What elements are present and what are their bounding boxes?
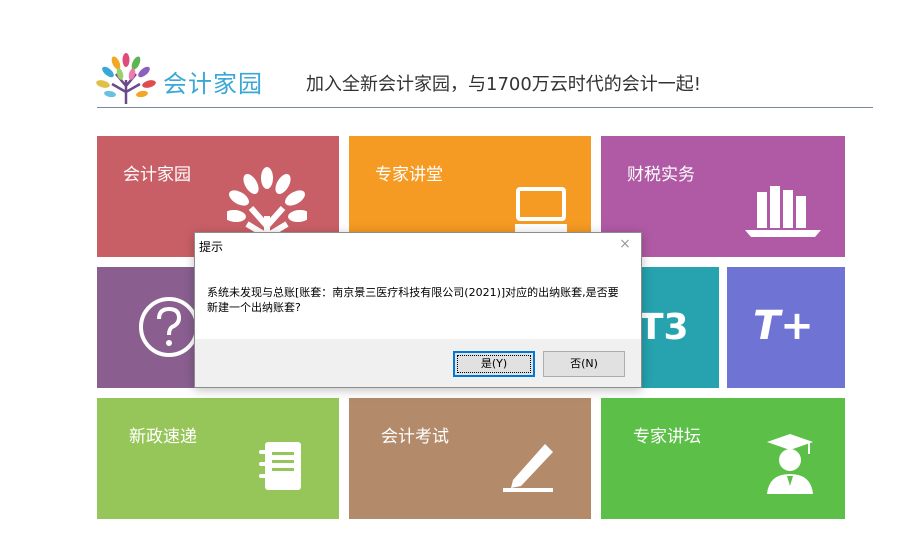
tile-t-plus[interactable]: T+ bbox=[727, 267, 845, 388]
no-button[interactable]: 否(N) bbox=[543, 351, 625, 377]
dialog-message: 系统未发现与总账[账套：南京景三医疗科技有限公司(2021)]对应的出纳账套,是… bbox=[207, 286, 619, 314]
yes-button[interactable]: 是(Y) bbox=[453, 351, 535, 377]
slogan: 加入全新会计家园，与1700万云时代的会计一起! bbox=[306, 74, 702, 95]
tree-logo-icon bbox=[96, 50, 156, 106]
laptop-icon bbox=[515, 186, 567, 238]
tile-label: 会计家园 bbox=[123, 165, 191, 185]
tile-zhuanjia-jiangtan[interactable]: 专家讲坛 bbox=[601, 398, 845, 519]
prompt-dialog: 提示 × 系统未发现与总账[账套：南京景三医疗科技有限公司(2021)]对应的出… bbox=[194, 232, 642, 388]
help-circle-icon bbox=[137, 295, 201, 363]
tile-kuaiji-kaoshi[interactable]: 会计考试 bbox=[349, 398, 591, 519]
tile-xinzheng-sudi[interactable]: 新政速递 bbox=[97, 398, 339, 519]
tile-label: 专家讲坛 bbox=[633, 427, 701, 447]
notebook-icon bbox=[259, 440, 303, 496]
close-icon[interactable]: × bbox=[617, 236, 633, 252]
tile-label: 会计考试 bbox=[381, 427, 449, 447]
t-plus-logo-icon: T+ bbox=[753, 303, 814, 349]
header-divider bbox=[97, 107, 873, 108]
dialog-title: 提示 bbox=[199, 240, 224, 254]
books-icon bbox=[743, 182, 823, 242]
tile-label: 财税实务 bbox=[627, 165, 695, 185]
tile-label: 新政速递 bbox=[129, 427, 197, 447]
pen-icon bbox=[499, 438, 559, 498]
tile-label: 专家讲堂 bbox=[375, 165, 443, 185]
brand-name: 会计家园 bbox=[163, 70, 263, 98]
page: 会计家园 加入全新会计家园，与1700万云时代的会计一起! 会计家园 专家讲堂 bbox=[0, 0, 912, 549]
t3-logo-icon: T3 bbox=[639, 307, 689, 348]
expert-icon bbox=[763, 432, 817, 498]
